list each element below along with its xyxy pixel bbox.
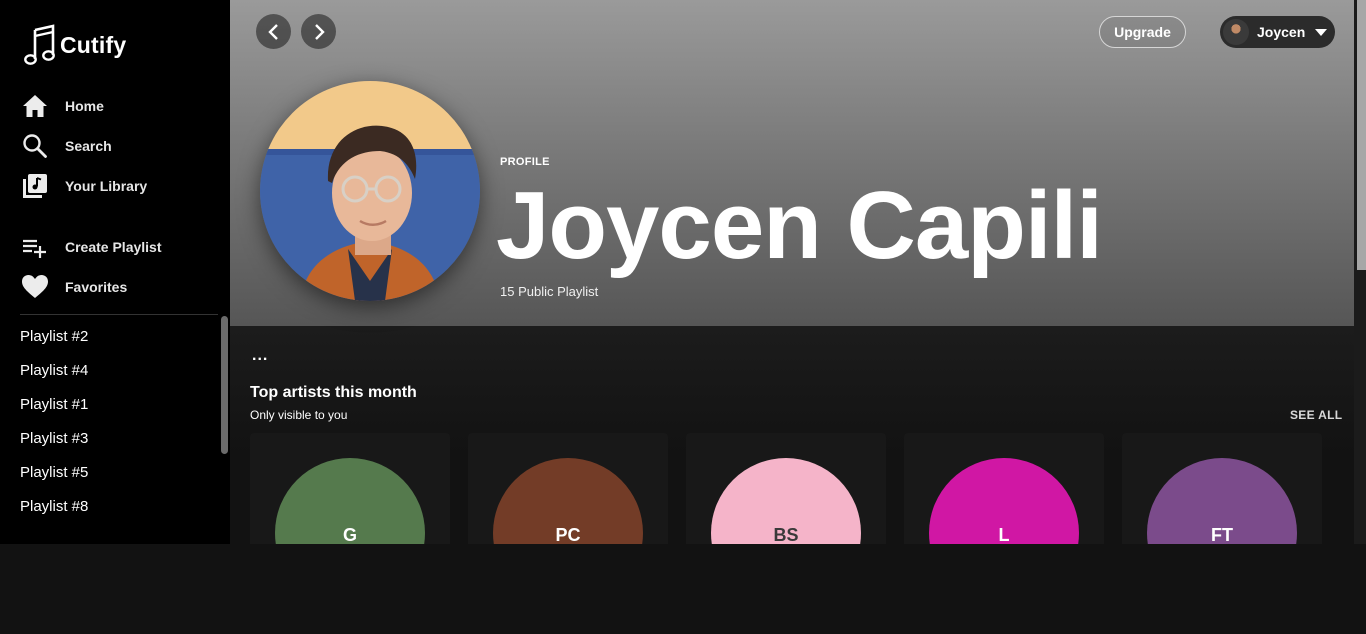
main-content: Upgrade Joycen PROFILE Joycen Capili 15 … [230, 0, 1366, 544]
profile-name: Joycen Capili [496, 172, 1103, 279]
playlist-item[interactable]: Playlist #3 [20, 422, 88, 456]
forward-button[interactable] [301, 14, 336, 49]
chevron-left-icon [267, 23, 278, 40]
nav-create-playlist[interactable]: Create Playlist [22, 233, 162, 261]
artist-initials: L [998, 525, 1010, 544]
heart-icon [22, 274, 48, 300]
artist-initials: BS [773, 525, 799, 544]
artist-initials: PC [555, 525, 581, 544]
avatar [1223, 19, 1249, 45]
nav-home-label: Home [65, 98, 104, 114]
nav-your-library-label: Your Library [65, 178, 148, 194]
more-options-button[interactable]: ... [252, 348, 268, 364]
search-icon [22, 133, 48, 159]
playlist-item[interactable]: Playlist #4 [20, 354, 88, 388]
artist-initials: G [342, 525, 357, 544]
playlist-item[interactable]: Playlist #2 [20, 320, 88, 354]
artist-card[interactable]: PC [468, 433, 668, 544]
nav-your-library[interactable]: Your Library [22, 172, 147, 200]
profile-picture[interactable] [260, 81, 480, 301]
library-icon [22, 173, 48, 199]
public-playlist-count: 15 Public Playlist [500, 284, 599, 299]
sidebar-divider [20, 314, 218, 315]
user-name: Joycen [1257, 24, 1306, 40]
chevron-right-icon [314, 23, 325, 40]
app-name: Cutify [60, 31, 127, 58]
profile-photo [260, 81, 480, 301]
artist-initials: FT [1211, 525, 1233, 544]
playlist-item[interactable]: Playlist #1 [20, 388, 88, 422]
sidebar-scrollbar[interactable] [221, 316, 228, 454]
home-icon [22, 93, 48, 119]
nav-home[interactable]: Home [22, 92, 104, 120]
playlist-item[interactable]: Playlist #5 [20, 456, 88, 490]
artist-card[interactable]: FT [1122, 433, 1322, 544]
sidebar: Cutify Home Search Your Library Create P… [0, 0, 230, 544]
main-scrollbar[interactable] [1357, 0, 1366, 270]
nav-favorites[interactable]: Favorites [22, 273, 127, 301]
nav-create-playlist-label: Create Playlist [65, 239, 162, 255]
artist-card[interactable]: BS [686, 433, 886, 544]
app-logo[interactable]: Cutify [24, 24, 126, 66]
playlist-list: Playlist #2 Playlist #4 Playlist #1 Play… [20, 320, 88, 524]
user-menu-button[interactable]: Joycen [1220, 16, 1335, 48]
playlist-item[interactable]: Playlist #8 [20, 490, 88, 524]
upgrade-button[interactable]: Upgrade [1099, 16, 1186, 48]
nav-search-label: Search [65, 138, 112, 154]
caret-down-icon [1315, 28, 1328, 36]
section-title[interactable]: Top artists this month [250, 384, 417, 402]
profile-type-label: PROFILE [500, 156, 550, 168]
nav-favorites-label: Favorites [65, 279, 128, 295]
nav-search[interactable]: Search [22, 132, 112, 160]
create-playlist-icon [22, 234, 48, 260]
section-subtitle: Only visible to you [250, 408, 348, 422]
see-all-link[interactable]: SEE ALL [1290, 408, 1342, 422]
artist-card[interactable]: L [904, 433, 1104, 544]
music-note-icon [24, 24, 55, 65]
artist-card[interactable]: G [250, 433, 450, 544]
back-button[interactable] [256, 14, 291, 49]
